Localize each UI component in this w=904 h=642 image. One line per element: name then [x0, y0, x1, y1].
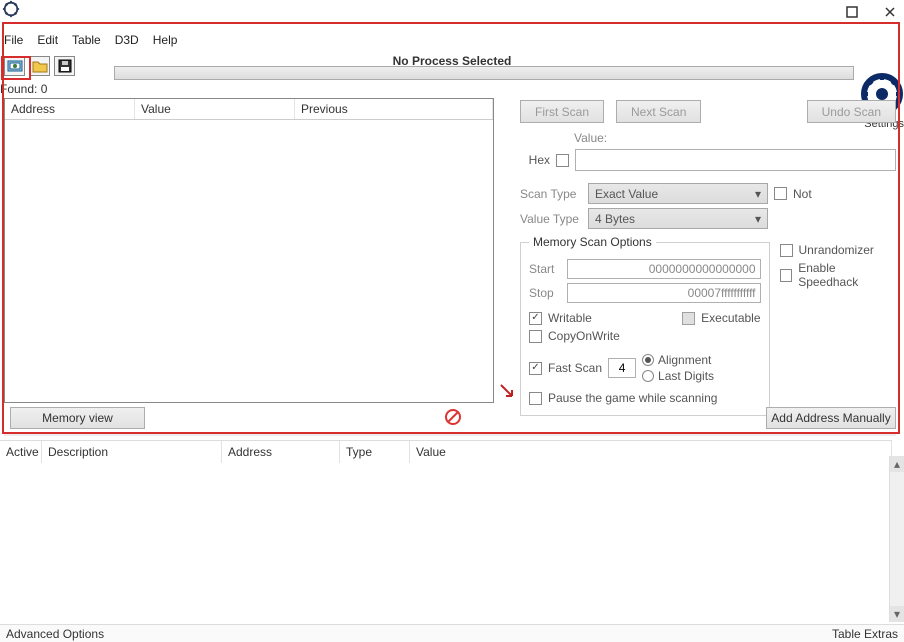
value-type-label: Value Type [520, 212, 582, 226]
scan-type-dropdown[interactable]: Exact Value ▾ [588, 183, 768, 204]
scroll-up-icon[interactable]: ▴ [890, 456, 904, 472]
address-table-header: Active Description Address Type Value [0, 440, 892, 463]
value-type-dropdown[interactable]: 4 Bytes ▾ [588, 208, 768, 229]
results-header: Address Value Previous [5, 99, 493, 120]
col-value[interactable]: Value [135, 99, 295, 119]
writable-checkbox[interactable] [529, 312, 542, 325]
speedhack-checkbox[interactable] [780, 269, 793, 282]
found-label: Found: 0 [0, 82, 47, 96]
col-type[interactable]: Type [340, 441, 410, 463]
executable-label: Executable [701, 311, 760, 325]
not-checkbox[interactable] [774, 187, 787, 200]
col-address2[interactable]: Address [222, 441, 340, 463]
speedhack-label: Enable Speedhack [798, 261, 896, 289]
vertical-scrollbar[interactable]: ▴ ▾ [889, 456, 904, 622]
scan-panel: First Scan Next Scan Undo Scan Value: He… [520, 100, 896, 416]
open-process-icon[interactable] [4, 56, 25, 76]
unrandomizer-label: Unrandomizer [799, 243, 874, 257]
process-progress-bar [114, 66, 854, 80]
last-digits-radio[interactable] [642, 370, 654, 382]
menu-bar: File Edit Table D3D Help [4, 33, 177, 47]
last-digits-label: Last Digits [658, 369, 714, 383]
add-to-list-arrow-icon[interactable] [498, 382, 516, 400]
start-input[interactable]: 0000000000000000 [567, 259, 761, 279]
menu-d3d[interactable]: D3D [115, 33, 139, 47]
hex-checkbox[interactable] [556, 154, 569, 167]
stop-label: Stop [529, 286, 561, 300]
fast-scan-label: Fast Scan [548, 361, 602, 375]
fast-scan-input[interactable]: 4 [608, 358, 636, 378]
close-icon[interactable] [880, 2, 900, 22]
scroll-down-icon[interactable]: ▾ [890, 606, 904, 622]
pause-checkbox[interactable] [529, 392, 542, 405]
alignment-radio[interactable] [642, 354, 654, 366]
executable-checkbox[interactable] [682, 312, 695, 325]
advanced-options-button[interactable]: Advanced Options [6, 627, 104, 640]
splitter[interactable] [4, 432, 896, 436]
app-gear-icon [2, 0, 20, 18]
value-type-value: 4 Bytes [595, 212, 635, 226]
fast-scan-checkbox[interactable] [529, 362, 542, 375]
col-previous[interactable]: Previous [295, 99, 493, 119]
titlebar [0, 0, 904, 24]
save-icon[interactable] [54, 56, 75, 76]
menu-help[interactable]: Help [153, 33, 178, 47]
writable-label: Writable [548, 311, 592, 325]
open-file-icon[interactable] [29, 56, 50, 76]
memory-view-button[interactable]: Memory view [10, 407, 145, 429]
stop-input[interactable]: 00007fffffffffff [567, 283, 761, 303]
status-bar: Advanced Options Table Extras [0, 624, 904, 642]
memory-scan-options-group: Memory Scan Options Start 00000000000000… [520, 235, 770, 416]
menu-edit[interactable]: Edit [37, 33, 58, 47]
undo-scan-button[interactable]: Undo Scan [807, 100, 896, 123]
main-window: File Edit Table D3D Help No Process Sele… [0, 0, 904, 642]
unrandomizer-checkbox[interactable] [780, 244, 793, 257]
copyonwrite-checkbox[interactable] [529, 330, 542, 343]
copyonwrite-label: CopyOnWrite [548, 329, 620, 343]
scan-results-list[interactable]: Address Value Previous [4, 98, 494, 403]
pause-label: Pause the game while scanning [548, 391, 717, 405]
alignment-label: Alignment [658, 353, 711, 367]
hex-label: Hex [520, 153, 550, 167]
col-description[interactable]: Description [42, 441, 222, 463]
first-scan-button[interactable]: First Scan [520, 100, 604, 123]
table-extras-button[interactable]: Table Extras [832, 627, 898, 640]
add-address-manually-button[interactable]: Add Address Manually [766, 407, 896, 429]
value-input[interactable] [575, 149, 896, 171]
not-label: Not [793, 187, 812, 201]
start-label: Start [529, 262, 561, 276]
no-entry-icon[interactable] [444, 408, 462, 426]
next-scan-button[interactable]: Next Scan [616, 100, 701, 123]
memory-scan-options-legend: Memory Scan Options [529, 235, 656, 249]
chevron-down-icon: ▾ [755, 187, 761, 201]
maximize-icon[interactable] [842, 2, 862, 22]
scan-type-label: Scan Type [520, 187, 582, 201]
value-label: Value: [574, 131, 607, 145]
chevron-down-icon: ▾ [755, 212, 761, 226]
menu-file[interactable]: File [4, 33, 23, 47]
col-address[interactable]: Address [5, 99, 135, 119]
toolbar [4, 56, 75, 76]
scan-type-value: Exact Value [595, 187, 658, 201]
menu-table[interactable]: Table [72, 33, 101, 47]
col-value2[interactable]: Value [410, 441, 892, 463]
col-active[interactable]: Active [0, 441, 42, 463]
